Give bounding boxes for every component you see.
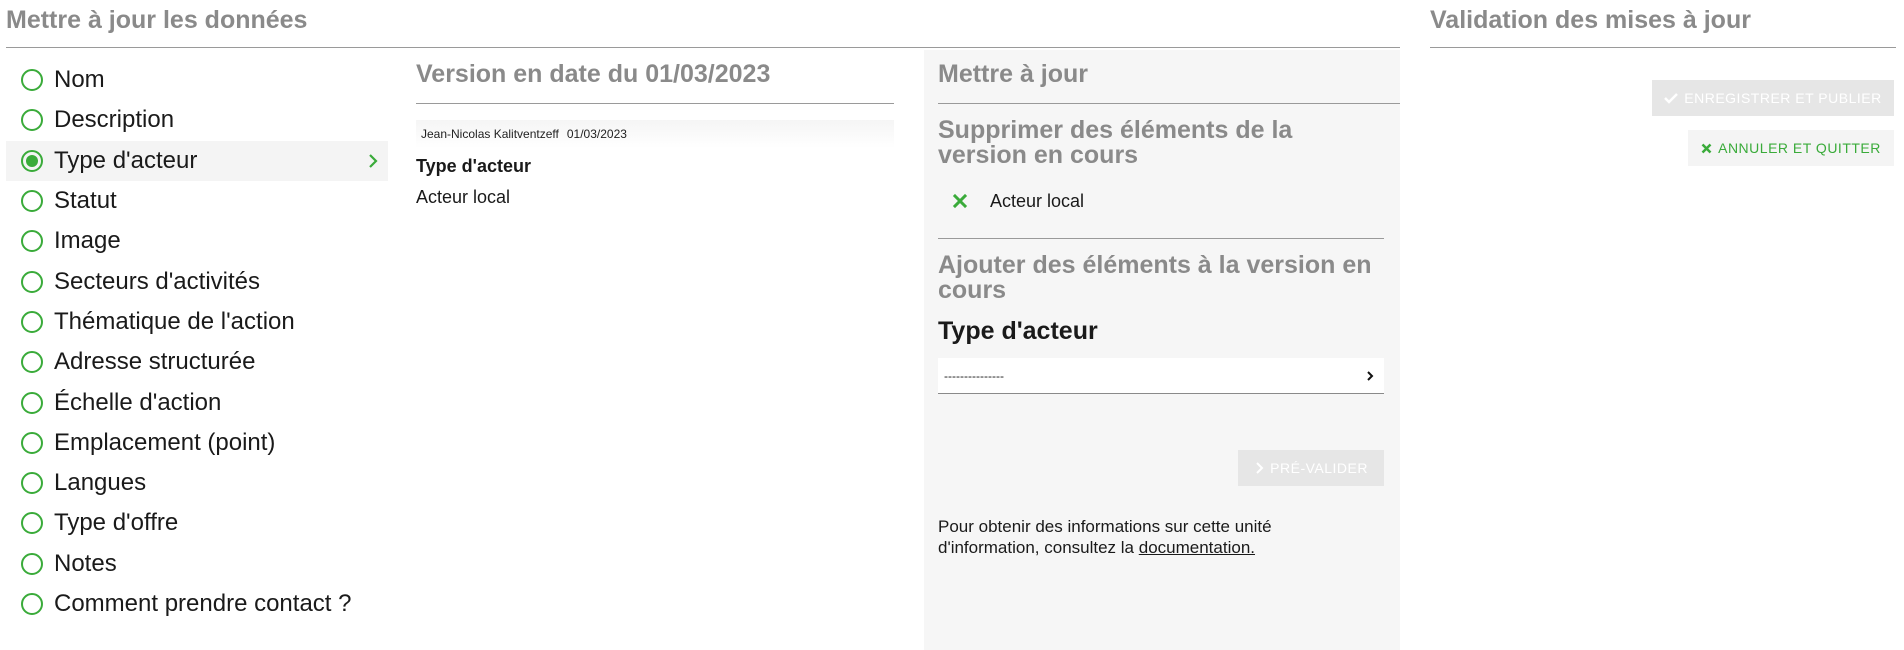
field-item[interactable]: Nom — [6, 60, 388, 100]
field-item-label: Adresse structurée — [54, 348, 256, 376]
version-title: Version en date du 01/03/2023 — [416, 60, 894, 104]
field-item[interactable]: Notes — [6, 544, 388, 584]
add-title: Ajouter des éléments à la version en cou… — [938, 251, 1372, 304]
field-item[interactable]: Type d'offre — [6, 503, 388, 543]
remove-item-label: Acteur local — [990, 190, 1085, 211]
cancel-button[interactable]: ANNULER ET QUITTER — [1688, 130, 1894, 166]
version-field-value: Acteur local — [416, 187, 511, 207]
field-item[interactable]: Comment prendre contact ? — [6, 584, 388, 624]
field-item-label: Description — [54, 106, 175, 134]
field-item[interactable]: Adresse structurée — [6, 342, 388, 382]
field-item-label: Image — [54, 227, 121, 255]
radio-icon — [21, 593, 43, 615]
field-item[interactable]: Image — [6, 221, 388, 261]
prevalidate-label: PRÉ-VALIDER — [1270, 460, 1368, 476]
select-value: --------------- — [944, 368, 1004, 383]
field-item-label: Type d'offre — [54, 509, 179, 537]
divider — [938, 238, 1384, 239]
radio-icon — [21, 109, 43, 132]
field-item[interactable]: Statut — [6, 181, 388, 221]
field-item-label: Échelle d'action — [54, 388, 222, 416]
radio-icon — [21, 391, 43, 414]
publish-label: ENREGISTRER ET PUBLIER — [1684, 90, 1882, 106]
chevron-right-icon — [1364, 370, 1376, 382]
field-item-label: Comment prendre contact ? — [54, 590, 352, 617]
version-field-label: Type d'acteur — [416, 156, 531, 176]
field-item-label: Type d'acteur — [54, 146, 198, 174]
version-date: 01/03/2023 — [566, 127, 627, 141]
radio-icon — [21, 472, 43, 495]
field-item[interactable]: Échelle d'action — [6, 382, 388, 422]
check-icon — [1664, 92, 1679, 104]
radio-icon — [21, 512, 43, 535]
radio-icon — [21, 149, 43, 172]
field-item[interactable]: Type d'acteur — [6, 140, 388, 181]
field-item[interactable]: Emplacement (point) — [6, 423, 388, 463]
radio-icon — [21, 190, 43, 213]
add-section: Ajouter des éléments à la version en cou… — [938, 253, 1384, 394]
update-panel: Mettre à jour Supprimer des éléments de … — [924, 50, 1400, 650]
remove-title: Supprimer des éléments de la version en … — [938, 116, 1293, 169]
radio-icon — [21, 270, 43, 293]
radio-icon — [21, 310, 43, 333]
cancel-label: ANNULER ET QUITTER — [1718, 140, 1881, 156]
page-title: Mettre à jour les données — [6, 6, 1400, 48]
field-item[interactable]: Description — [6, 100, 388, 140]
radio-icon — [21, 552, 43, 575]
documentation-link[interactable]: documentation. — [1139, 538, 1255, 557]
radio-icon — [21, 69, 43, 92]
chevron-right-icon — [364, 152, 382, 170]
chevron-right-icon — [1254, 462, 1264, 474]
field-item-label: Emplacement (point) — [54, 428, 276, 456]
remove-section: Supprimer des éléments de la version en … — [938, 118, 1384, 214]
field-item-label: Secteurs d'activités — [54, 267, 261, 295]
update-title: Mettre à jour — [938, 60, 1400, 104]
help-text: Pour obtenir des informations sur cette … — [938, 516, 1338, 558]
field-item[interactable]: Langues — [6, 463, 388, 503]
field-item[interactable]: Thématique de l'action — [6, 302, 388, 342]
field-item[interactable]: Secteurs d'activités — [6, 261, 388, 301]
field-item-label: Thématique de l'action — [54, 307, 295, 335]
add-field-label: Type d'acteur — [938, 317, 1098, 345]
field-list: Nom Description Type d'acteur Statut Image Se… — [6, 60, 388, 624]
remove-x-icon[interactable] — [952, 193, 968, 209]
field-item-label: Statut — [54, 187, 117, 215]
version-author: Jean-Nicolas Kalitventzeff — [421, 127, 559, 141]
radio-icon — [21, 230, 43, 253]
version-panel: Version en date du 01/03/2023 Jean-Nicol… — [416, 60, 894, 208]
radio-icon — [21, 351, 43, 374]
version-meta: Jean-Nicolas Kalitventzeff 01/03/2023 — [416, 120, 894, 148]
validation-title: Validation des mises à jour — [1430, 6, 1896, 48]
remove-item: Acteur local — [938, 188, 1384, 214]
close-icon — [1701, 143, 1712, 154]
radio-icon — [21, 431, 43, 454]
actor-type-select[interactable]: --------------- — [938, 358, 1384, 394]
field-item-label: Notes — [54, 549, 117, 577]
field-item-label: Nom — [54, 66, 105, 94]
field-item-label: Langues — [54, 469, 147, 497]
prevalidate-button[interactable]: PRÉ-VALIDER — [1238, 450, 1384, 486]
publish-button[interactable]: ENREGISTRER ET PUBLIER — [1652, 80, 1894, 116]
